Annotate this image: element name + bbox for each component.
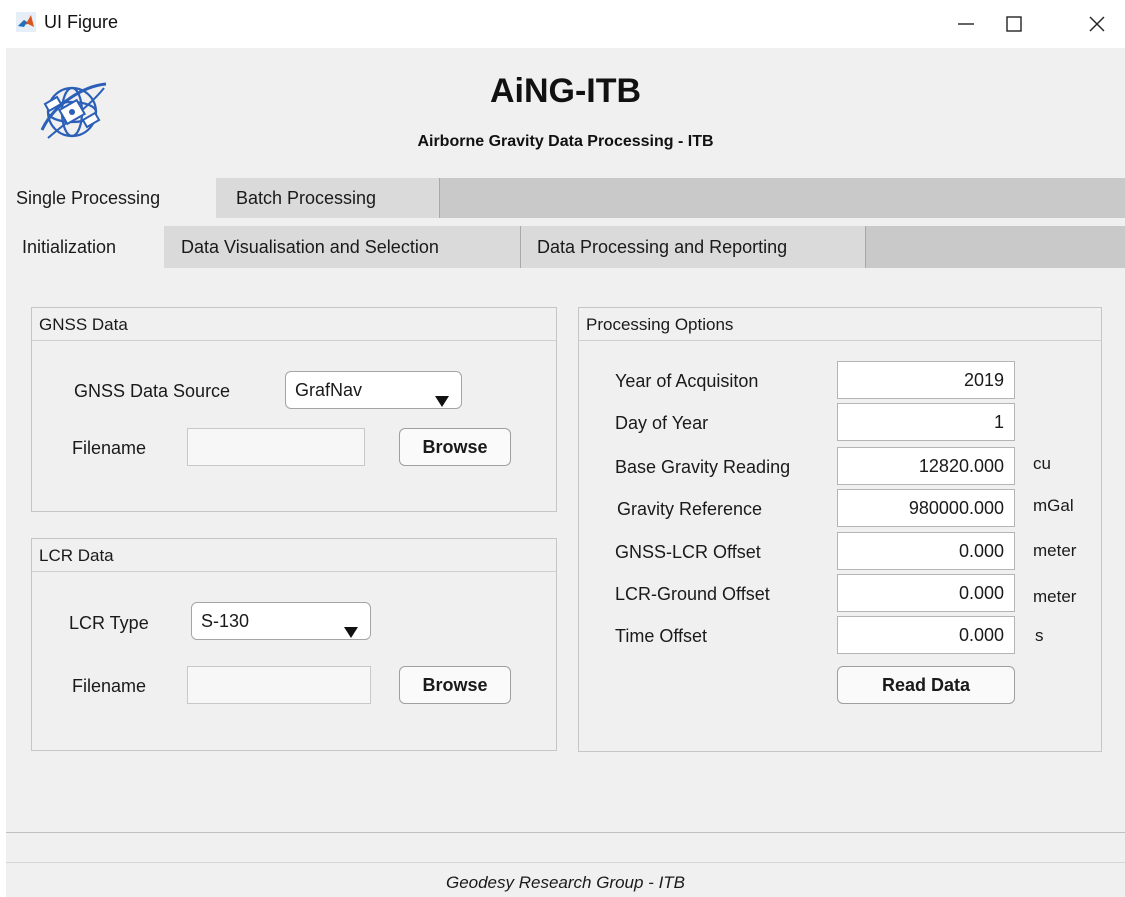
close-icon[interactable] (1077, 6, 1117, 42)
maximize-icon[interactable] (994, 6, 1034, 42)
year-of-acquisition-field[interactable]: 2019 (837, 361, 1015, 399)
base-gravity-reading-field[interactable]: 12820.000 (837, 447, 1015, 485)
read-data-button[interactable]: Read Data (837, 666, 1015, 704)
chevron-down-icon (435, 384, 449, 420)
gravity-reference-field[interactable]: 980000.000 (837, 489, 1015, 527)
tab-label: Initialization (22, 236, 117, 257)
base-gravity-reading-label: Base Gravity Reading (615, 457, 791, 477)
lcr-type-dropdown[interactable]: S-130 (191, 602, 371, 640)
panel-title: LCR Data (32, 539, 556, 572)
processing-options-panel: Processing Options Year of Acquisiton 20… (578, 307, 1102, 752)
gnss-lcr-offset-unit: meter (1033, 541, 1077, 560)
tab-label: Single Processing (16, 187, 161, 208)
gnss-browse-button[interactable]: Browse (399, 428, 511, 466)
time-offset-label: Time Offset (615, 626, 708, 646)
dropdown-value: GrafNav (295, 380, 363, 400)
panel-title: GNSS Data (32, 308, 556, 341)
gnss-source-label: GNSS Data Source (74, 381, 231, 401)
lcr-ground-offset-field[interactable]: 0.000 (837, 574, 1015, 612)
gnss-source-dropdown[interactable]: GrafNav (285, 371, 462, 409)
gravity-reference-unit: mGal (1033, 496, 1074, 515)
gnss-filename-label: Filename (72, 438, 147, 458)
base-gravity-unit: cu (1033, 454, 1051, 473)
lcr-filename-field[interactable] (187, 666, 371, 704)
lcr-type-label: LCR Type (69, 613, 149, 633)
matlab-icon (16, 12, 36, 32)
window-title: UI Figure (44, 12, 119, 32)
tab-data-processing[interactable]: Data Processing and Reporting (521, 226, 866, 268)
app-title: AiNG-ITB (489, 72, 642, 110)
minimize-icon[interactable] (946, 6, 986, 42)
lcr-ground-offset-label: LCR-Ground Offset (615, 584, 770, 604)
tab-label: Data Processing and Reporting (537, 236, 788, 257)
lcr-filename-label: Filename (72, 676, 147, 696)
chevron-down-icon (344, 615, 358, 651)
app-subtitle: Airborne Gravity Data Processing - ITB (417, 133, 714, 150)
lcr-browse-button[interactable]: Browse (399, 666, 511, 704)
inner-tab-strip: Initialization Data Visualisation and Se… (6, 226, 1125, 268)
footer-credit: Geodesy Research Group - ITB (445, 873, 686, 892)
lcr-ground-offset-unit: meter (1033, 587, 1077, 606)
gravity-reference-label: Gravity Reference (617, 499, 763, 519)
time-offset-field[interactable]: 0.000 (837, 616, 1015, 654)
gnss-lcr-offset-field[interactable]: 0.000 (837, 532, 1015, 570)
year-of-acquisition-label: Year of Acquisiton (615, 371, 759, 391)
gnss-lcr-offset-label: GNSS-LCR Offset (615, 542, 761, 562)
single-processing-panel: Initialization Data Visualisation and Se… (6, 218, 1125, 833)
gnss-data-panel: GNSS Data GNSS Data Source GrafNav Filen… (31, 307, 557, 512)
tab-initialization[interactable]: Initialization (6, 226, 164, 268)
tab-single-processing[interactable]: Single Processing (6, 178, 216, 218)
day-of-year-field[interactable]: 1 (837, 403, 1015, 441)
tab-batch-processing[interactable]: Batch Processing (216, 178, 440, 218)
window-titlebar: UI Figure (0, 0, 1125, 48)
panel-title: Processing Options (579, 308, 1101, 341)
footer-divider (6, 862, 1125, 863)
ui-figure: AiNG-ITB Airborne Gravity Data Processin… (6, 48, 1125, 897)
day-of-year-label: Day of Year (615, 413, 709, 433)
time-offset-unit: s (1035, 626, 1044, 645)
dropdown-value: S-130 (201, 611, 250, 631)
lcr-data-panel: LCR Data LCR Type S-130 Filename Browse (31, 538, 557, 751)
tab-label: Data Visualisation and Selection (181, 236, 439, 257)
tab-data-visualisation[interactable]: Data Visualisation and Selection (164, 226, 521, 268)
outer-tab-strip: Single Processing Batch Processing (6, 178, 1125, 218)
tab-label: Batch Processing (236, 187, 377, 208)
gnss-filename-field[interactable] (187, 428, 365, 466)
